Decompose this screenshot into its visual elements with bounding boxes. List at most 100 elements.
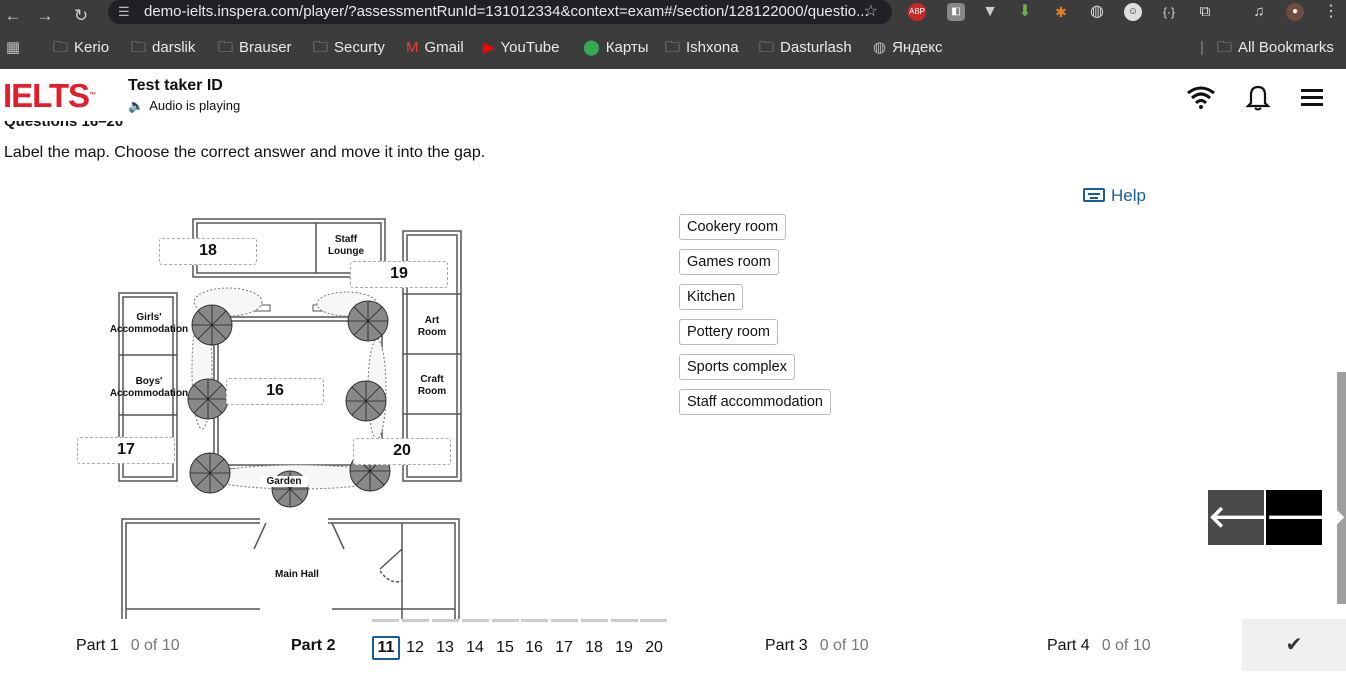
reload-icon[interactable]: ↻ — [68, 3, 94, 29]
shield-extension-icon[interactable]: ◧ — [947, 3, 965, 21]
part-3-tab[interactable]: Part 3 0 of 10 — [765, 637, 869, 655]
drop-gap-18[interactable]: 18 — [159, 238, 257, 265]
vivaldi-extension-icon[interactable]: ▼ — [981, 3, 999, 21]
question-progress-bar — [521, 619, 548, 622]
ielts-logo: IELTS™ — [3, 79, 96, 112]
bookmark-label: YouTube — [500, 39, 560, 56]
bookmark-all[interactable]: 🗀 All Bookmarks — [1217, 34, 1334, 61]
hamburger-menu-icon[interactable] — [1298, 83, 1328, 111]
map-label-garden: Garden — [260, 476, 308, 487]
option-cookery-room[interactable]: Cookery room — [679, 214, 787, 240]
bookmark-label: Securty — [334, 39, 385, 56]
profile-avatar[interactable]: ● — [1286, 3, 1304, 21]
question-12-button[interactable]: 12 — [401, 636, 429, 660]
drop-gap-20[interactable]: 20 — [353, 438, 451, 465]
drop-gap-16[interactable]: 16 — [226, 378, 324, 405]
help-button[interactable]: Help — [1083, 186, 1146, 206]
map-label-art-room: Art Room — [407, 315, 457, 339]
bookmark-youtube[interactable]: ▶ YouTube — [483, 34, 560, 61]
option-kitchen[interactable]: Kitchen — [679, 284, 744, 310]
audio-status: 🔈 Audio is playing — [128, 98, 240, 114]
bookmark-ishxona[interactable]: 🗀 Ishxona — [665, 34, 739, 61]
bookmarks-bar: ▦ 🗀 Kerio 🗀 darslik 🗀 Brauser 🗀 Securty M Gma… — [0, 34, 1346, 69]
browser-menu-icon[interactable]: ⋮ — [1322, 3, 1340, 21]
bookmark-label: Brauser — [239, 39, 292, 56]
globe-extension-icon[interactable]: ◍ — [1088, 3, 1106, 21]
question-navigator: Part 1 0 of 10 Part 2 11 12 13 14 15 16 1… — [0, 619, 1346, 681]
bookmark-gmail[interactable]: M Gmail — [406, 34, 464, 61]
folder-icon: 🗀 — [665, 39, 681, 56]
map-label-line: Craft — [420, 374, 444, 385]
media-control-icon[interactable]: ♫ — [1250, 3, 1268, 21]
face-extension-icon[interactable]: ☺ — [1124, 3, 1142, 21]
checkmark-icon: ✔ — [1285, 634, 1303, 656]
bookmark-dasturlash[interactable]: 🗀 Dasturlash — [759, 34, 852, 61]
part-label: Part 3 — [765, 637, 808, 654]
adblock-icon[interactable]: ABP — [908, 3, 926, 21]
part-label: Part 4 — [1047, 637, 1090, 654]
map-label-staff-lounge: Staff Lounge — [316, 234, 376, 258]
question-15-button[interactable]: 15 — [491, 636, 519, 660]
bookmark-label: Dasturlash — [780, 39, 852, 56]
bookmark-label: All Bookmarks — [1238, 39, 1334, 56]
question-14-button[interactable]: 14 — [461, 636, 489, 660]
wifi-icon[interactable] — [1186, 83, 1216, 111]
test-taker-id: Test taker ID — [128, 77, 223, 94]
back-icon[interactable]: ← — [0, 3, 26, 29]
map-label-line: Accommodation — [109, 324, 189, 335]
option-sports-complex[interactable]: Sports complex — [679, 354, 795, 380]
part-2-tab[interactable]: Part 2 — [291, 637, 335, 655]
app-header: IELTS™ Test taker ID 🔈 Audio is playing — [0, 69, 1346, 121]
question-17-button[interactable]: 17 — [550, 636, 578, 660]
question-19-button[interactable]: 19 — [610, 636, 638, 660]
campus-map: Staff Lounge Girls' Accommodation Boys' Acc… — [70, 209, 470, 619]
code-extension-icon[interactable]: {·} — [1160, 3, 1178, 21]
question-20-button[interactable]: 20 — [640, 636, 668, 660]
bookmark-label: Яндекс — [892, 39, 943, 56]
bookmark-darslik[interactable]: 🗀 darslik — [131, 34, 195, 61]
question-18-button[interactable]: 18 — [580, 636, 608, 660]
question-13-button[interactable]: 13 — [431, 636, 459, 660]
question-16-button[interactable]: 16 — [520, 636, 548, 660]
bell-icon[interactable] — [1243, 83, 1273, 111]
submit-button[interactable]: ✔ — [1242, 619, 1346, 671]
bookmark-yandex[interactable]: ◍ Яндекс — [873, 34, 943, 61]
part-4-tab[interactable]: Part 4 0 of 10 — [1047, 637, 1151, 655]
site-settings-icon[interactable]: ☰ — [118, 0, 130, 24]
extensions-puzzle-icon[interactable]: ⧉ — [1196, 3, 1214, 21]
previous-button[interactable]: 🡐 — [1208, 490, 1288, 545]
question-progress-bar — [432, 619, 459, 622]
drop-gap-17[interactable]: 17 — [77, 437, 175, 464]
speaker-icon: 🔈 — [128, 98, 145, 113]
question-progress-bar — [492, 619, 519, 622]
bookmark-label: Карты — [605, 39, 649, 56]
globe-icon: ◍ — [873, 39, 887, 56]
bookmarks-divider: | — [1200, 39, 1204, 56]
colorful-extension-icon[interactable]: ✱ — [1052, 3, 1070, 21]
bookmark-brauser[interactable]: 🗀 Brauser — [218, 34, 292, 61]
address-bar[interactable]: ☰ demo-ielts.inspera.com/player/?assessm… — [108, 0, 892, 24]
bookmark-maps[interactable]: ⬤ Карты — [583, 34, 649, 61]
bookmark-star-icon[interactable]: ☆ — [864, 0, 878, 24]
help-label: Help — [1111, 186, 1146, 205]
option-staff-accommodation[interactable]: Staff accommodation — [679, 389, 831, 415]
scrollbar-thumb[interactable] — [1337, 372, 1346, 604]
question-11-button[interactable]: 11 — [372, 636, 400, 660]
bookmark-label: darslik — [152, 39, 196, 56]
forward-icon[interactable]: → — [32, 3, 58, 29]
part-1-tab[interactable]: Part 1 0 of 10 — [76, 637, 180, 655]
download-extension-icon[interactable]: ⬇ — [1016, 3, 1034, 21]
map-label-line: Staff — [334, 234, 358, 245]
apps-grid-icon[interactable]: ▦ — [6, 34, 20, 61]
next-button[interactable]: 🡒 — [1266, 490, 1346, 545]
drop-gap-19[interactable]: 19 — [350, 261, 448, 288]
option-games-room[interactable]: Games room — [679, 249, 779, 275]
bookmark-securty[interactable]: 🗀 Securty — [313, 34, 385, 61]
map-label-line: Art — [424, 315, 440, 326]
option-pottery-room[interactable]: Pottery room — [679, 319, 778, 345]
question-progress-bar — [462, 619, 489, 622]
question-progress-bar — [640, 619, 667, 622]
keyboard-icon — [1083, 188, 1105, 202]
map-label-girls-accommodation: Girls' Accommodation — [104, 312, 194, 336]
bookmark-kerio[interactable]: 🗀 Kerio — [53, 34, 109, 61]
